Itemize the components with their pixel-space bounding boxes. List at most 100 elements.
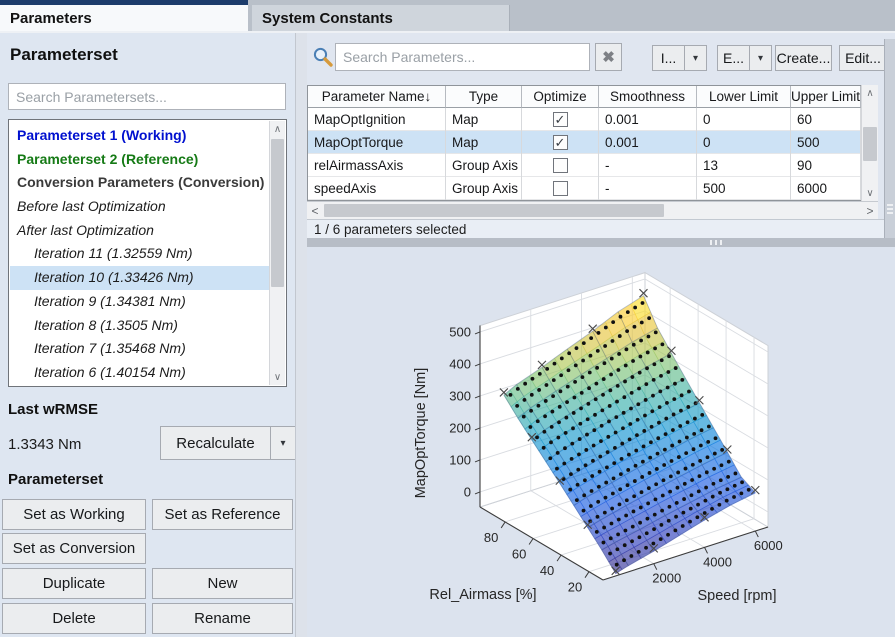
table-cell: -	[599, 154, 697, 177]
rename-button[interactable]: Rename	[152, 603, 293, 634]
list-item[interactable]: Conversion Parameters (Conversion)	[10, 171, 269, 195]
table-cell: 0	[697, 131, 791, 154]
table-cell: 0.001	[599, 131, 697, 154]
svg-text:2000: 2000	[652, 571, 681, 586]
set-as-working-button[interactable]: Set as Working	[2, 499, 146, 530]
tab-system-constants[interactable]: System Constants	[252, 5, 510, 31]
checkbox-checked[interactable]: ✓	[553, 112, 568, 127]
svg-text:80: 80	[484, 530, 498, 545]
list-item[interactable]: Iteration 7 (1.35468 Nm)	[10, 337, 269, 361]
table-cell: 500	[697, 177, 791, 200]
delete-button[interactable]: Delete	[2, 603, 146, 634]
tab-parameters[interactable]: Parameters	[0, 5, 248, 31]
export-button[interactable]: E...	[718, 46, 749, 70]
recalculate-dropdown-icon[interactable]: ▾	[270, 427, 295, 459]
checkbox-unchecked[interactable]	[553, 181, 568, 196]
recalculate-split-button: Recalculate ▾	[160, 426, 296, 460]
parameterset-title: Parameterset	[10, 45, 118, 65]
new-button[interactable]: New	[152, 568, 293, 599]
table-row[interactable]: relAirmassAxisGroup Axis-1390	[308, 154, 861, 177]
table-cell: Group Axis	[446, 177, 522, 200]
list-item[interactable]: Parameterset 2 (Reference)	[10, 148, 269, 172]
surface-plot: 010020030040050020406080200040006000Rel_…	[307, 247, 895, 637]
parameterset-list: Parameterset 1 (Working)Parameterset 2 (…	[8, 119, 287, 387]
list-item[interactable]: Iteration 6 (1.40154 Nm)	[10, 361, 269, 385]
optimize-cell: ✓	[522, 108, 599, 131]
svg-text:200: 200	[449, 420, 471, 435]
parameter-table: Parameter Name↓TypeOptimizeSmoothnessLow…	[307, 85, 861, 201]
table-cell: Group Axis	[446, 154, 522, 177]
optimize-cell	[522, 177, 599, 200]
list-scrollbar-thumb[interactable]	[271, 139, 284, 287]
set-as-conversion-button[interactable]: Set as Conversion	[2, 533, 146, 564]
svg-text:60: 60	[512, 547, 526, 562]
table-cell: 0.001	[599, 108, 697, 131]
list-item[interactable]: Parameterset 1 (Working)	[10, 124, 269, 148]
list-scrollbar-down-icon[interactable]: ∨	[270, 369, 285, 385]
table-cell: relAirmassAxis	[308, 154, 446, 177]
svg-text:500: 500	[449, 324, 471, 339]
horizontal-splitter[interactable]	[307, 238, 895, 247]
table-cell: Map	[446, 108, 522, 131]
table-row[interactable]: MapOptIgnitionMap ✓ 0.001060	[308, 108, 861, 131]
column-header[interactable]: Lower Limit	[697, 86, 791, 108]
column-header[interactable]: Upper Limit	[791, 86, 861, 108]
list-item[interactable]: Iteration 9 (1.34381 Nm)	[10, 290, 269, 314]
parameters-panel: ✖ I... ▾ E... ▾ Create... Edit... Parame…	[307, 33, 895, 637]
table-cell: 500	[791, 131, 861, 154]
parameterset-panel: Parameterset Parameterset 1 (Working)Par…	[0, 33, 295, 637]
svg-text:300: 300	[449, 388, 471, 403]
column-header[interactable]: Type	[446, 86, 522, 108]
import-dropdown-icon[interactable]: ▾	[684, 46, 706, 70]
list-item[interactable]: Iteration 10 (1.33426 Nm)	[10, 266, 269, 290]
table-hscrollbar-right-icon[interactable]: >	[862, 202, 878, 219]
table-vscrollbar-up-icon[interactable]: ∧	[862, 85, 878, 101]
svg-text:0: 0	[464, 484, 471, 499]
table-cell: 60	[791, 108, 861, 131]
x-axis-label: Rel_Airmass [%]	[429, 587, 536, 603]
parameterset-search-input[interactable]	[8, 83, 286, 110]
edit-button[interactable]: Edit...	[839, 45, 887, 71]
table-cell: 90	[791, 154, 861, 177]
table-cell: 6000	[791, 177, 861, 200]
list-scrollbar-up-icon[interactable]: ∧	[270, 121, 285, 137]
list-item[interactable]: Before last Optimization	[10, 195, 269, 219]
set-as-reference-button[interactable]: Set as Reference	[152, 499, 293, 530]
parameters-search-input[interactable]	[335, 43, 590, 71]
table-cell: MapOptIgnition	[308, 108, 446, 131]
table-cell: MapOptTorque	[308, 131, 446, 154]
last-wrmse-label: Last wRMSE	[8, 401, 98, 418]
y-axis-label: Speed [rpm]	[698, 588, 777, 604]
right-edge-splitter[interactable]	[884, 39, 895, 239]
recalculate-button[interactable]: Recalculate	[161, 427, 270, 459]
column-header[interactable]: Smoothness	[599, 86, 697, 108]
table-vscrollbar-down-icon[interactable]: ∨	[862, 185, 878, 201]
table-hscrollbar-thumb[interactable]	[324, 204, 664, 217]
clear-search-button[interactable]: ✖	[595, 43, 622, 71]
table-cell: 0	[697, 108, 791, 131]
table-vscrollbar-thumb[interactable]	[863, 127, 877, 161]
figure-area: 010020030040050020406080200040006000Rel_…	[307, 247, 895, 637]
table-cell: -	[599, 177, 697, 200]
list-item[interactable]: Iteration 11 (1.32559 Nm)	[10, 242, 269, 266]
checkbox-unchecked[interactable]	[553, 158, 568, 173]
svg-text:100: 100	[449, 452, 471, 467]
checkbox-checked[interactable]: ✓	[553, 135, 568, 150]
table-row[interactable]: MapOptTorqueMap✓0.0010500	[308, 131, 861, 154]
list-item[interactable]: After last Optimization	[10, 219, 269, 243]
export-dropdown-icon[interactable]: ▾	[749, 46, 771, 70]
z-axis-label: MapOptTorque [Nm]	[413, 368, 429, 499]
last-wrmse-value: 1.3343 Nm	[8, 436, 81, 453]
create-button[interactable]: Create...	[775, 45, 832, 71]
table-row[interactable]: speedAxisGroup Axis-5006000	[308, 177, 861, 200]
svg-text:6000: 6000	[754, 538, 783, 553]
list-item[interactable]: Iteration 8 (1.3505 Nm)	[10, 314, 269, 338]
column-header[interactable]: Parameter Name↓	[308, 86, 446, 108]
table-hscrollbar-left-icon[interactable]: <	[307, 202, 323, 219]
search-icon	[312, 46, 334, 68]
import-button[interactable]: I...	[653, 46, 684, 70]
table-vscrollbar: ∧ ∨	[861, 85, 878, 201]
export-split-button: E... ▾	[717, 45, 772, 71]
column-header[interactable]: Optimize	[522, 86, 599, 108]
duplicate-button[interactable]: Duplicate	[2, 568, 146, 599]
